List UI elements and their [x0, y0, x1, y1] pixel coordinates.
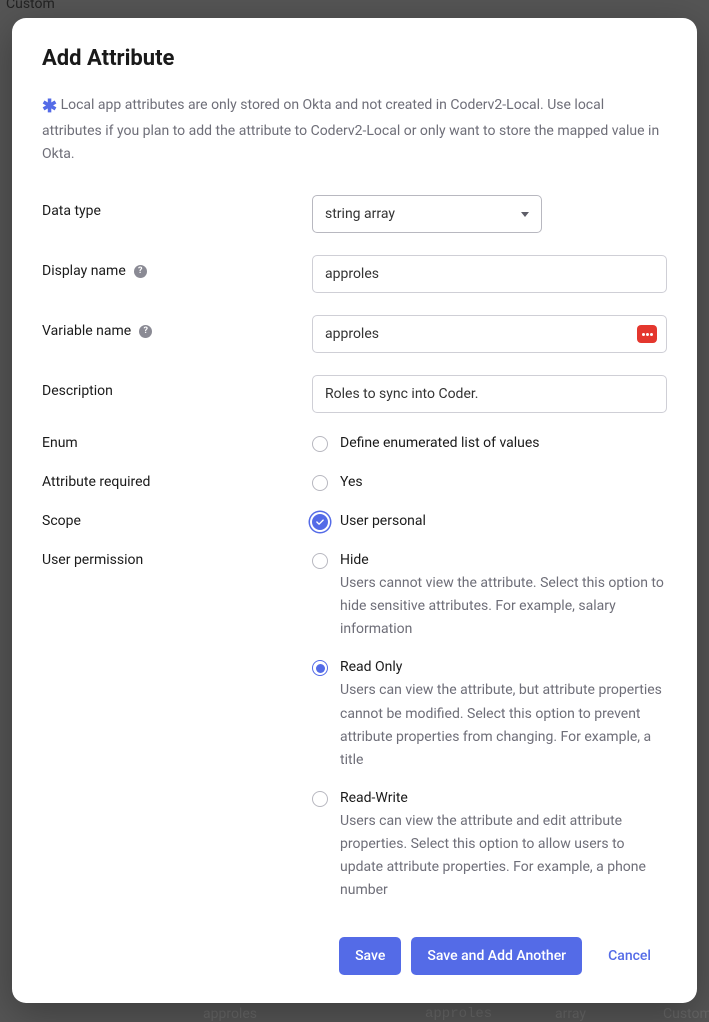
enum-option: Define enumerated list of values: [340, 435, 667, 451]
autofill-icon[interactable]: [637, 325, 657, 343]
check-icon: [315, 517, 325, 527]
asterisk-icon: ✱: [42, 96, 57, 117]
bg-text: Custom: [6, 0, 55, 12]
modal-title: Add Attribute: [42, 46, 667, 71]
cancel-button[interactable]: Cancel: [592, 937, 667, 975]
display-name-input[interactable]: [312, 255, 667, 293]
label-enum: Enum: [42, 435, 312, 451]
label-variable-name-text: Variable name: [42, 323, 131, 339]
scope-checkbox[interactable]: [312, 514, 328, 530]
label-display-name-text: Display name: [42, 263, 126, 279]
label-description: Description: [42, 375, 312, 399]
save-add-another-button[interactable]: Save and Add Another: [411, 937, 582, 975]
data-type-select[interactable]: string array: [312, 195, 542, 233]
bg-text: approles: [425, 1006, 492, 1022]
help-icon[interactable]: ?: [134, 265, 147, 278]
permission-readwrite-label: Read-Write: [340, 790, 667, 806]
permission-hide-desc: Users cannot view the attribute. Select …: [340, 572, 667, 641]
scope-option: User personal: [340, 513, 667, 529]
info-text: ✱ Local app attributes are only stored o…: [42, 89, 667, 167]
caret-down-icon: [521, 212, 529, 217]
add-attribute-modal: Add Attribute ✱ Local app attributes are…: [12, 18, 697, 1003]
enum-checkbox[interactable]: [312, 436, 328, 452]
permission-hide-label: Hide: [340, 552, 667, 568]
required-option: Yes: [340, 474, 667, 490]
save-button[interactable]: Save: [339, 937, 401, 975]
permission-radio-readonly[interactable]: [312, 660, 328, 676]
required-checkbox[interactable]: [312, 475, 328, 491]
permission-radio-readwrite[interactable]: [312, 791, 328, 807]
bg-text: array: [555, 1006, 586, 1022]
label-scope: Scope: [42, 513, 312, 529]
label-variable-name: Variable name ?: [42, 315, 312, 339]
bg-text: Custom: [663, 1006, 709, 1022]
help-icon[interactable]: ?: [139, 325, 152, 338]
variable-name-input[interactable]: [312, 315, 667, 353]
permission-readwrite-desc: Users can view the attribute and edit at…: [340, 810, 667, 902]
permission-readonly-label: Read Only: [340, 659, 667, 675]
label-display-name: Display name ?: [42, 255, 312, 279]
data-type-value: string array: [325, 206, 395, 222]
bg-text: approles: [203, 1006, 257, 1022]
modal-footer: Save Save and Add Another Cancel: [42, 913, 667, 975]
label-required: Attribute required: [42, 474, 312, 490]
description-input[interactable]: [312, 375, 667, 413]
label-permission: User permission: [42, 552, 312, 568]
permission-radio-hide[interactable]: [312, 553, 328, 569]
info-text-content: Local app attributes are only stored on …: [42, 97, 659, 162]
label-data-type: Data type: [42, 195, 312, 219]
permission-readonly-desc: Users can view the attribute, but attrib…: [340, 679, 667, 771]
